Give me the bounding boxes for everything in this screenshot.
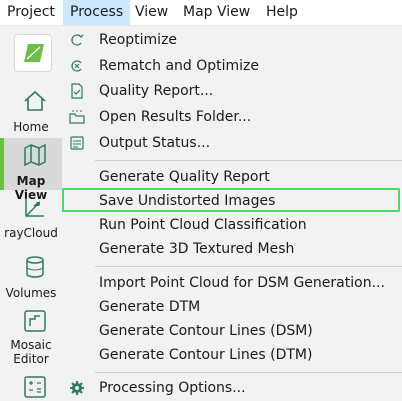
- menu-separator: [95, 372, 402, 373]
- home-icon: [24, 90, 46, 111]
- menu-help[interactable]: Help: [259, 0, 305, 25]
- reoptimize-icon: [71, 34, 84, 46]
- menu-separator: [95, 160, 402, 161]
- menu-item-save-undistorted-images[interactable]: Save Undistorted Images: [62, 188, 402, 213]
- menu-item-open-results-folder[interactable]: Open Results Folder...: [62, 105, 402, 129]
- menu-item-label: Generate Contour Lines (DTM): [99, 347, 313, 363]
- menu-item-label: Processing Options...: [99, 380, 246, 396]
- menu-item-label: Generate Quality Report: [99, 169, 270, 185]
- menu-item-label: Generate DTM: [99, 299, 201, 315]
- sidebar-item-raycloud[interactable]: rayCloud: [0, 190, 62, 242]
- sidebar-item-label: Home: [13, 120, 49, 134]
- menu-item-label: Rematch and Optimize: [99, 58, 260, 74]
- menu-item-label: Quality Report...: [99, 83, 214, 99]
- mosaic-editor-icon: [24, 310, 46, 332]
- volumes-icon: [26, 256, 44, 278]
- menu-item-generate-dtm[interactable]: Generate DTM: [62, 295, 402, 319]
- menu-item-output-status[interactable]: Output Status...: [62, 131, 402, 155]
- menu-item-run-point-cloud-classification[interactable]: Run Point Cloud Classification: [62, 213, 402, 237]
- menu-item-label: Run Point Cloud Classification: [99, 217, 307, 233]
- menu-item-label: Save Undistorted Images: [99, 193, 276, 209]
- calculator-icon: [24, 376, 46, 398]
- menu-item-rematch-and-optimize[interactable]: Rematch and Optimize: [62, 54, 402, 78]
- sidebar-item-volumes[interactable]: Volumes: [0, 248, 62, 304]
- output-status-icon: [70, 136, 84, 150]
- menu-item-generate-contour-lines-dsm[interactable]: Generate Contour Lines (DSM): [62, 319, 402, 343]
- sidebar-item-home[interactable]: Home: [0, 82, 62, 138]
- menu-item-quality-report[interactable]: Quality Report...: [62, 79, 402, 103]
- sidebar-item-mosaic-editor[interactable]: Mosaic Editor: [0, 306, 62, 372]
- quality-report-icon: [71, 83, 83, 99]
- menu-project[interactable]: Project: [0, 0, 62, 25]
- menu-item-label: Output Status...: [99, 135, 211, 151]
- menu-map-view[interactable]: Map View: [176, 0, 257, 25]
- sidebar-item-map-view[interactable]: Map View: [0, 138, 62, 202]
- gear-icon: [70, 381, 84, 395]
- menu-item-processing-options[interactable]: Processing Options...: [62, 376, 402, 400]
- menu-separator: [95, 266, 402, 267]
- menu-item-label: Generate Contour Lines (DSM): [99, 323, 313, 339]
- menu-bar: Project Process View Map View Help: [0, 0, 402, 26]
- process-menu-dropdown: Reoptimize Rematch and Optimize Quality …: [62, 26, 402, 401]
- menu-process[interactable]: Process: [63, 0, 131, 25]
- sidebar-item-label: Mosaic Editor: [10, 338, 52, 366]
- menu-item-generate-3d-textured-mesh[interactable]: Generate 3D Textured Mesh: [62, 237, 402, 261]
- menu-item-generate-quality-report[interactable]: Generate Quality Report: [62, 165, 402, 189]
- raycloud-icon: [25, 198, 44, 217]
- folder-icon: [69, 110, 85, 124]
- menu-item-reoptimize[interactable]: Reoptimize: [62, 28, 402, 52]
- sidebar: Home Map View rayCloud Volumes Mosaic Ed…: [0, 26, 62, 401]
- app-logo: [14, 34, 52, 72]
- map-icon: [24, 143, 46, 167]
- menu-item-import-point-cloud[interactable]: Import Point Cloud for DSM Generation...: [62, 271, 402, 295]
- logo-leaf-icon: [24, 44, 44, 62]
- menu-item-label: Open Results Folder...: [99, 109, 252, 125]
- menu-item-label: Import Point Cloud for DSM Generation...: [99, 275, 385, 291]
- rematch-icon: [71, 60, 82, 72]
- sidebar-item-calculator[interactable]: [0, 372, 62, 401]
- menu-item-label: Generate 3D Textured Mesh: [99, 241, 295, 257]
- menu-item-label: Reoptimize: [99, 32, 178, 48]
- sidebar-item-label: Volumes: [5, 286, 57, 300]
- menu-item-generate-contour-lines-dtm[interactable]: Generate Contour Lines (DTM): [62, 343, 402, 367]
- menu-view[interactable]: View: [128, 0, 175, 25]
- sidebar-item-label: rayCloud: [4, 226, 58, 240]
